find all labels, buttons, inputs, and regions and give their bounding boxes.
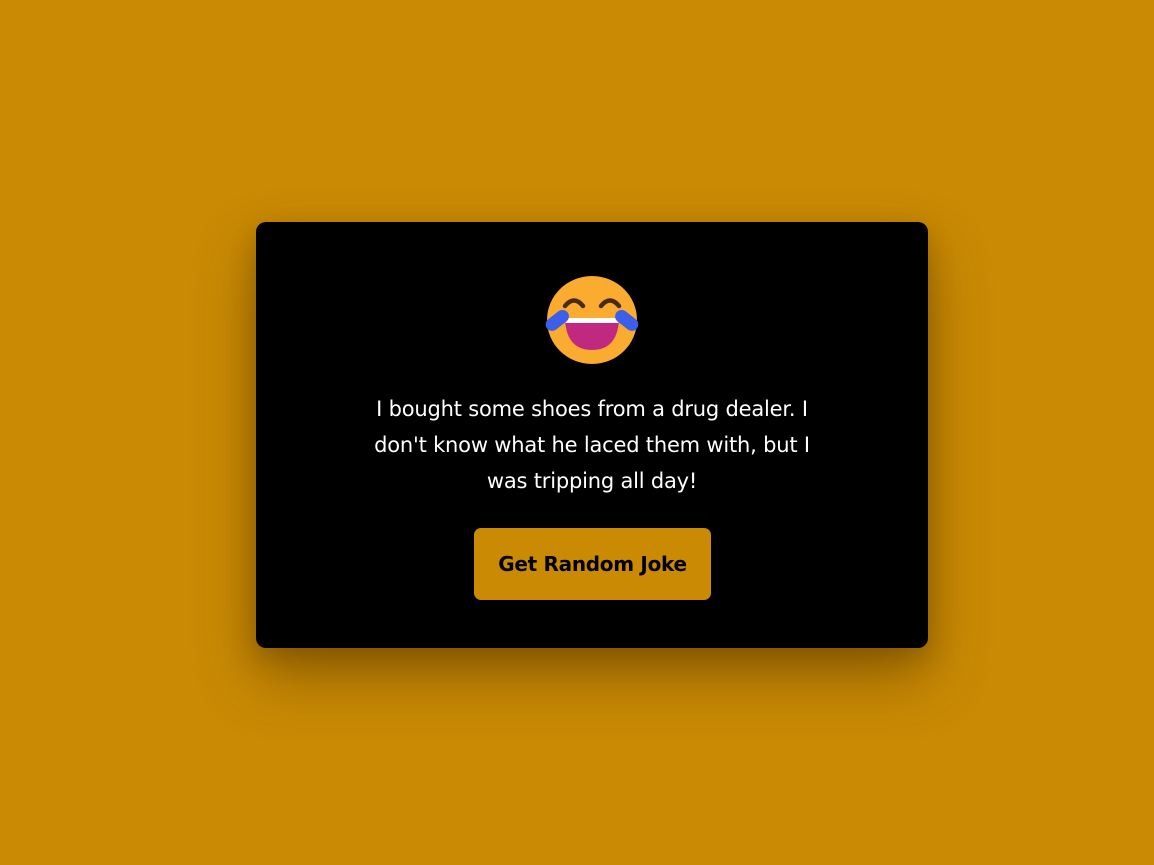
joke-text: I bought some shoes from a drug dealer. … — [374, 397, 810, 493]
get-random-joke-button[interactable]: Get Random Joke — [474, 528, 711, 600]
laughing-tears-emoji-icon — [545, 276, 639, 364]
